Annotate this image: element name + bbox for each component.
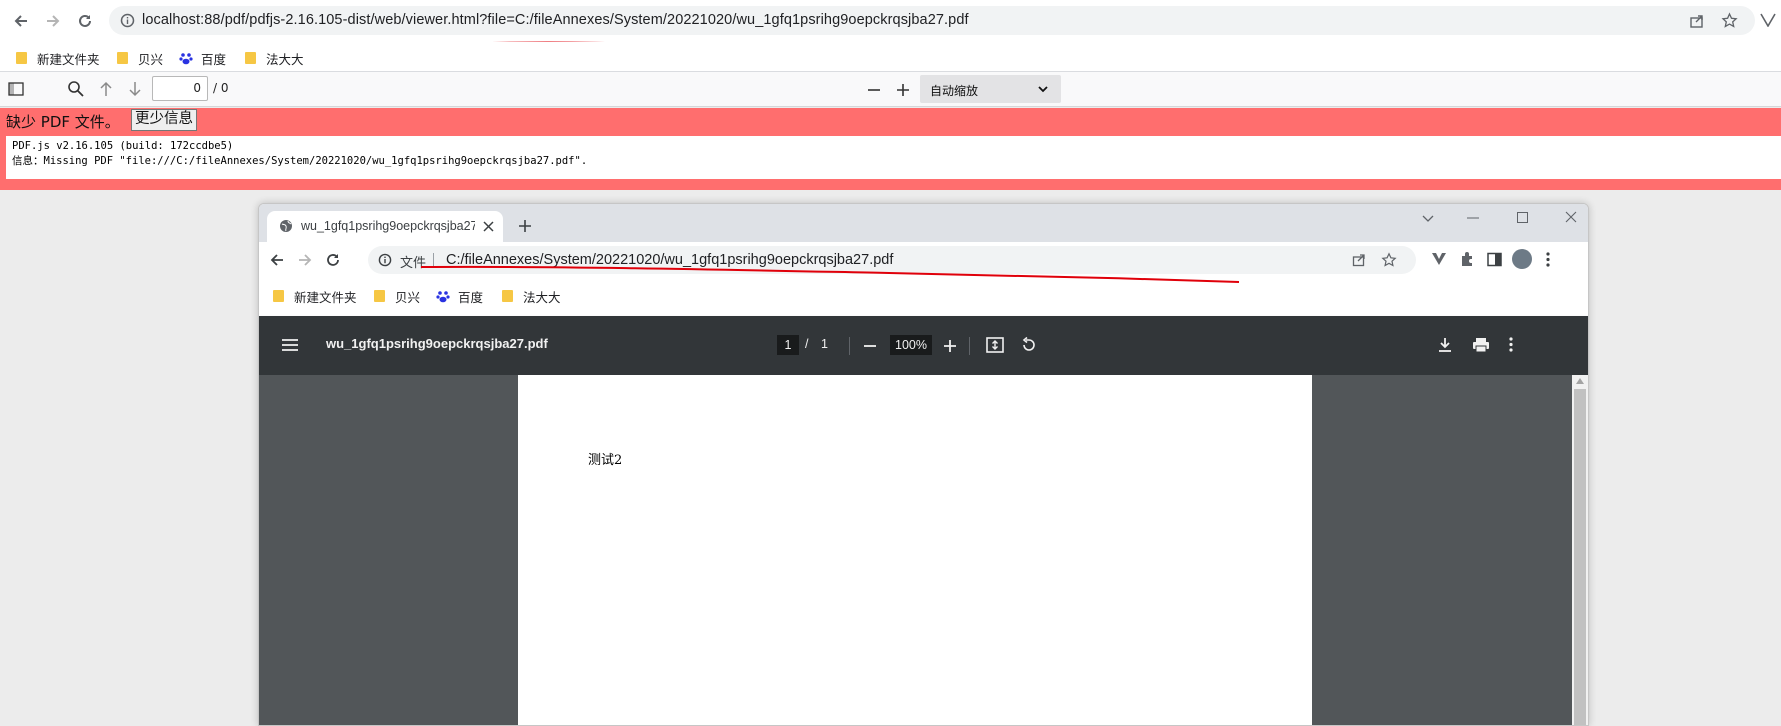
maximize-icon[interactable] (1517, 212, 1528, 223)
avatar[interactable] (1512, 249, 1532, 269)
error-detail-line: 信息：Missing PDF "file:///C:/fileAnnexes/S… (12, 155, 588, 167)
fit-page-icon[interactable] (986, 337, 1004, 353)
bookmark-item[interactable]: 贝兴 (117, 48, 163, 68)
menu-icon[interactable] (281, 338, 299, 352)
reload-icon[interactable] (325, 252, 341, 268)
folder-icon (502, 290, 513, 302)
share-icon[interactable] (1352, 252, 1367, 267)
embedded-browser-screenshot: wu_1gfq1psrihg9oepckrqsjba27.pdf (258, 203, 1589, 726)
extension-icon[interactable] (1760, 13, 1776, 27)
pdf-page-text: 测试2 (588, 453, 623, 468)
reload-icon[interactable] (71, 7, 99, 35)
scale-select[interactable]: 自动缩放 (920, 75, 1061, 103)
star-icon[interactable] (1381, 252, 1397, 268)
pdfjs-toolbar: 0 / 0 自动缩放 (0, 72, 1781, 107)
star-icon[interactable] (1721, 12, 1738, 29)
bookmark-item[interactable]: 法大大 (502, 286, 561, 306)
side-panel-icon[interactable] (1487, 252, 1502, 267)
outer-bookmarks-bar: 新建文件夹 贝兴 百度 法大大 (0, 42, 1781, 72)
bookmark-item[interactable]: 贝兴 (374, 286, 420, 306)
page-number-input[interactable]: 0 (152, 76, 208, 101)
baidu-icon (436, 291, 450, 303)
info-icon[interactable] (378, 253, 392, 267)
window-close-icon[interactable] (1565, 211, 1577, 223)
share-icon[interactable] (1689, 13, 1705, 29)
pdf-title: wu_1gfq1psrihg9oepckrqsjba27.pdf (326, 336, 548, 351)
baidu-icon (179, 53, 193, 65)
extensions-icon[interactable] (1459, 251, 1475, 267)
forward-icon[interactable] (39, 7, 67, 35)
zoom-in-icon[interactable] (943, 339, 957, 353)
bookmark-item[interactable]: 法大大 (245, 48, 304, 68)
info-icon[interactable] (120, 13, 135, 28)
print-icon[interactable] (1472, 337, 1490, 353)
back-icon[interactable] (7, 7, 35, 35)
arrow-up-icon[interactable] (98, 80, 114, 98)
error-message: 缺少 PDF 文件。 (6, 113, 120, 131)
page-number-input[interactable]: 1 (777, 335, 799, 355)
page-total-label: 1 (821, 337, 828, 351)
rotate-icon[interactable] (1020, 336, 1038, 354)
tab-search-chevron-icon[interactable] (1422, 215, 1434, 223)
outer-address-row: localhost:88/pdf/pdfjs-2.16.105-dist/web… (0, 0, 1781, 42)
folder-icon (273, 290, 284, 302)
pdf-viewport: 测试2 (259, 375, 1588, 725)
folder-icon (16, 52, 27, 64)
zoom-out-icon[interactable] (863, 339, 877, 353)
inner-tab-title: wu_1gfq1psrihg9oepckrqsjba27.pdf (301, 219, 475, 233)
chrome-pdf-toolbar: wu_1gfq1psrihg9oepckrqsjba27.pdf 1 / 1 1… (259, 316, 1588, 375)
globe-icon (279, 219, 293, 233)
bookmark-item[interactable]: 新建文件夹 (273, 286, 357, 306)
bookmark-item[interactable]: 百度 (179, 48, 226, 68)
folder-icon (245, 52, 256, 64)
zoom-in-icon[interactable] (895, 82, 911, 98)
scrollbar-thumb[interactable] (1574, 389, 1586, 725)
extension-icon[interactable] (1431, 252, 1447, 266)
zoom-input[interactable]: 100% (890, 335, 932, 355)
outer-omnibox[interactable]: localhost:88/pdf/pdfjs-2.16.105-dist/web… (109, 6, 1755, 35)
bookmark-item[interactable]: 新建文件夹 (16, 48, 100, 68)
outer-url-text[interactable]: localhost:88/pdf/pdfjs-2.16.105-dist/web… (142, 12, 969, 28)
toolbar-divider (969, 337, 970, 355)
minimize-icon[interactable] (1467, 216, 1479, 220)
arrow-down-icon[interactable] (127, 80, 143, 98)
more-options-icon[interactable] (1509, 337, 1513, 352)
error-detail-line: PDF.js v2.16.105 (build: 172ccdbe5) (12, 140, 234, 152)
pdf-page: 测试2 (518, 375, 1312, 725)
folder-icon (117, 52, 128, 64)
scrollbar[interactable] (1572, 375, 1588, 725)
scroll-up-arrow-icon[interactable] (1576, 378, 1584, 384)
error-detail-box: PDF.js v2.16.105 (build: 172ccdbe5) 信息：Mi… (6, 136, 1781, 179)
zoom-out-icon[interactable] (866, 82, 882, 98)
search-icon[interactable] (67, 80, 85, 98)
menu-icon[interactable] (1546, 252, 1550, 267)
forward-icon[interactable] (297, 252, 313, 268)
chevron-down-icon (1038, 85, 1048, 93)
red-underline-annotation (420, 265, 1240, 283)
page-separator: / (805, 337, 809, 351)
error-wrapper: 缺少 PDF 文件。 更少信息 PDF.js v2.16.105 (build:… (0, 108, 1781, 190)
folder-icon (374, 290, 385, 302)
less-info-button[interactable]: 更少信息 (131, 109, 197, 131)
bookmark-item[interactable]: 百度 (436, 286, 483, 306)
back-icon[interactable] (269, 252, 285, 268)
new-tab-icon[interactable] (518, 219, 532, 233)
inner-titlebar: wu_1gfq1psrihg9oepckrqsjba27.pdf (259, 204, 1588, 242)
sidebar-toggle-icon[interactable] (8, 82, 24, 96)
toolbar-divider (849, 337, 850, 355)
inner-tab[interactable]: wu_1gfq1psrihg9oepckrqsjba27.pdf (267, 211, 503, 242)
download-icon[interactable] (1438, 337, 1452, 353)
close-icon[interactable] (483, 221, 494, 232)
page-total-label: / 0 (213, 81, 229, 95)
